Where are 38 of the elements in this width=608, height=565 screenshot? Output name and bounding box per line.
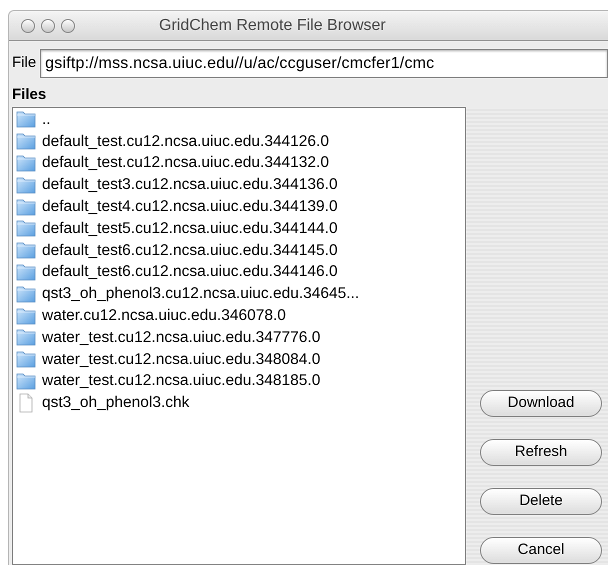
file-list-item[interactable]: default_test5.cu12.ncsa.uiuc.edu.344144.0 bbox=[16, 217, 465, 240]
file-list-item[interactable]: qst3_oh_phenol3.cu12.ncsa.uiuc.edu.34645... bbox=[16, 282, 465, 305]
folder-icon bbox=[16, 219, 36, 238]
action-button[interactable]: Delete bbox=[480, 488, 602, 515]
file-list-item[interactable]: water_test.cu12.ncsa.uiuc.edu.348084.0 bbox=[16, 348, 465, 370]
file-list-item[interactable]: default_test4.cu12.ncsa.uiuc.edu.344139.0 bbox=[16, 196, 465, 218]
window-control-icon[interactable] bbox=[41, 18, 55, 32]
folder-icon bbox=[16, 154, 36, 172]
folder-icon bbox=[16, 176, 36, 194]
file-list-item[interactable]: qst3_oh_phenol3.chk bbox=[16, 392, 465, 414]
file-list-item[interactable]: water_test.cu12.ncsa.uiuc.edu.347776.0 bbox=[16, 326, 465, 348]
folder-icon bbox=[16, 350, 36, 368]
file-list-item[interactable]: default_test3.cu12.ncsa.uiuc.edu.344136.0 bbox=[16, 174, 465, 196]
action-button[interactable]: Cancel bbox=[480, 537, 602, 564]
file-list-item[interactable]: water.cu12.ncsa.uiuc.edu.346078.0 bbox=[16, 304, 465, 326]
file-label: File bbox=[12, 53, 36, 74]
folder-icon bbox=[16, 110, 36, 128]
folder-icon bbox=[16, 132, 36, 150]
file-list-item[interactable]: .. bbox=[16, 108, 465, 130]
folder-icon bbox=[16, 198, 36, 216]
window-title: GridChem Remote File Browser bbox=[159, 16, 386, 36]
window-control-icon[interactable] bbox=[21, 18, 35, 32]
files-label: Files bbox=[11, 85, 48, 105]
file-list-item[interactable]: water_test.cu12.ncsa.uiuc.edu.348185.0 bbox=[16, 370, 465, 392]
folder-icon bbox=[16, 306, 36, 325]
folder-icon bbox=[16, 262, 36, 281]
file-list-item[interactable]: default_test6.cu12.ncsa.uiuc.edu.344145.0 bbox=[16, 239, 465, 262]
folder-icon bbox=[16, 328, 36, 346]
file-list-item[interactable]: default_test.cu12.ncsa.uiuc.edu.344126.0 bbox=[16, 130, 465, 152]
file-list-item[interactable]: default_test6.cu12.ncsa.uiuc.edu.344146.0 bbox=[16, 261, 465, 283]
file-path-field[interactable]: gsiftp://mss.ncsa.uiuc.edu//u/ac/ccguser/cmcfer1/cmc bbox=[40, 49, 608, 78]
action-button[interactable]: Download bbox=[480, 390, 602, 417]
action-button[interactable]: Refresh bbox=[480, 439, 602, 466]
folder-icon bbox=[16, 372, 36, 390]
folder-icon bbox=[16, 241, 36, 260]
folder-icon bbox=[16, 284, 36, 303]
window-control-icon[interactable] bbox=[61, 18, 75, 32]
file-list-item[interactable]: default_test.cu12.ncsa.uiuc.edu.344132.0 bbox=[16, 152, 465, 174]
